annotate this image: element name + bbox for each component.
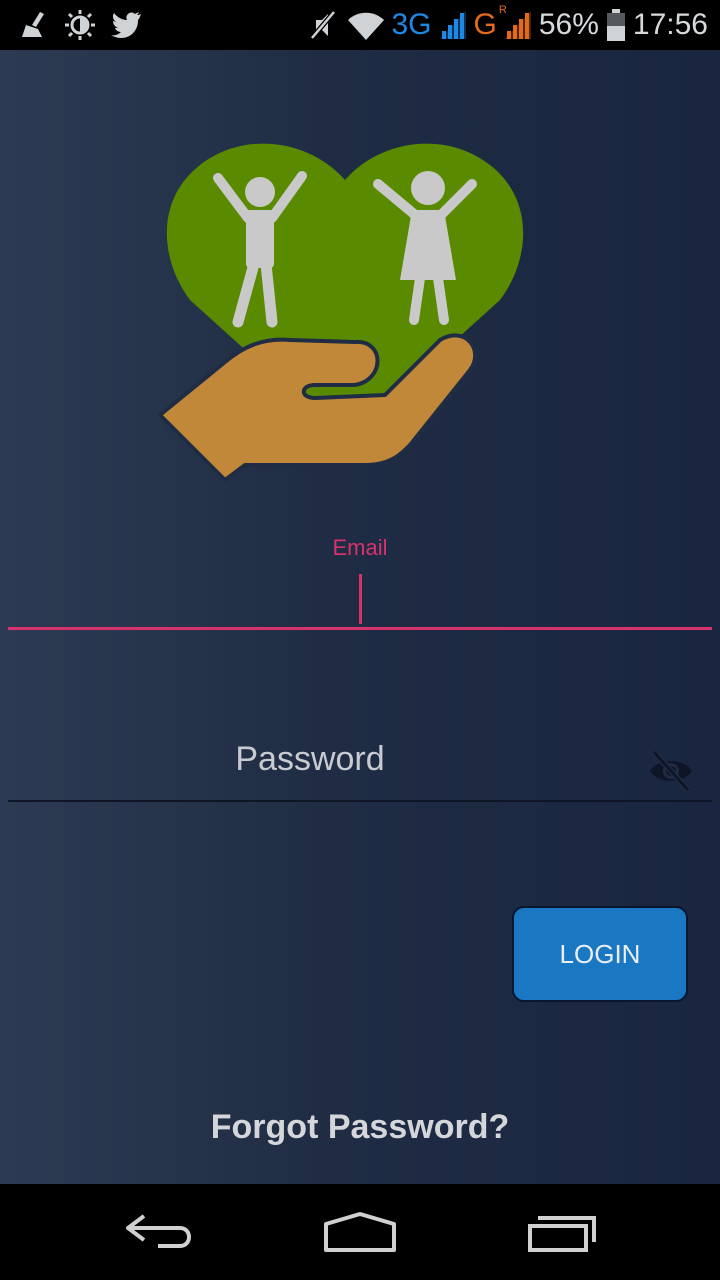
signal-icon-2 xyxy=(504,11,531,39)
battery-percent: 56% xyxy=(538,8,599,41)
login-button[interactable]: LOGIN xyxy=(512,906,688,1002)
navigation-bar xyxy=(0,1184,720,1280)
hand-shape xyxy=(158,333,478,482)
email-label: Email xyxy=(332,535,388,560)
password-input[interactable]: Password xyxy=(0,740,620,779)
recents-icon[interactable] xyxy=(522,1208,602,1256)
home-icon[interactable] xyxy=(320,1208,400,1256)
login-screen: Email Password LOGIN Forgot Password? xyxy=(0,50,720,1184)
wifi-icon xyxy=(347,12,384,41)
notification-icons xyxy=(18,6,142,44)
twitter-icon xyxy=(111,12,141,38)
password-underline xyxy=(8,800,712,802)
clock: 17:56 xyxy=(632,8,708,41)
back-icon[interactable] xyxy=(122,1208,202,1256)
broom-icon xyxy=(22,12,44,37)
email-input[interactable] xyxy=(8,627,712,630)
signal-icon xyxy=(439,11,466,39)
email-input-cursor xyxy=(359,574,362,624)
status-bar: 3G GR 56% 17:56 xyxy=(0,0,720,50)
network-g-label: GR xyxy=(473,4,507,41)
brightness-icon xyxy=(65,10,95,40)
battery-icon xyxy=(606,9,625,41)
app-logo xyxy=(158,143,524,482)
eye-off-icon[interactable] xyxy=(648,748,694,794)
network-3g-label: 3G xyxy=(391,8,432,41)
forgot-password-link[interactable]: Forgot Password? xyxy=(0,1108,720,1147)
mute-icon xyxy=(309,10,336,40)
system-indicators: 3G GR 56% 17:56 xyxy=(306,0,708,50)
